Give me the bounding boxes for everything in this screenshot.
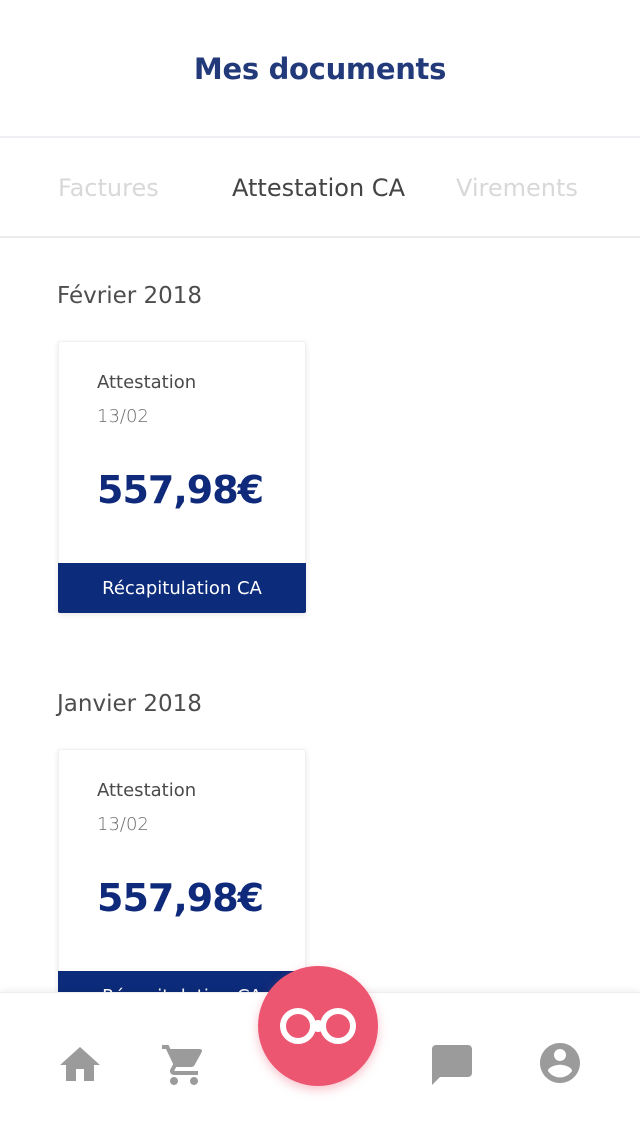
recap-ca-button[interactable]: Récapitulation CA	[58, 563, 306, 613]
cart-icon[interactable]	[160, 1041, 208, 1089]
tab-attestation-ca[interactable]: Attestation CA	[232, 140, 405, 236]
recap-ca-button[interactable]: Récapitulation CA	[58, 971, 306, 992]
tab-virements[interactable]: Virements	[456, 140, 578, 236]
month-heading: Janvier 2018	[57, 691, 202, 717]
tab-factures[interactable]: Factures	[58, 140, 159, 236]
page-title: Mes documents	[193, 52, 447, 86]
home-icon[interactable]	[56, 1041, 104, 1089]
main-action-button[interactable]	[258, 966, 378, 1086]
tab-bar: Factures Attestation CA Virements	[0, 140, 640, 238]
card-date: 13/02	[97, 814, 149, 835]
chat-icon[interactable]	[428, 1041, 476, 1089]
card-label: Attestation	[97, 372, 197, 393]
card-label: Attestation	[97, 780, 197, 801]
card-amount: 557,98€	[97, 468, 264, 512]
document-card[interactable]: Attestation 13/02 557,98€ Récapitulation…	[58, 341, 306, 613]
app-header: Mes documents	[0, 0, 640, 138]
month-heading: Février 2018	[57, 283, 203, 309]
card-amount: 557,98€	[97, 876, 264, 920]
documents-list[interactable]: Février 2018 Attestation 13/02 557,98€ R…	[0, 240, 640, 992]
document-card[interactable]: Attestation 13/02 557,98€ Récapitulation…	[58, 749, 306, 992]
infinity-logo-icon	[280, 1008, 356, 1044]
profile-icon[interactable]	[536, 1039, 584, 1087]
card-date: 13/02	[97, 406, 149, 427]
